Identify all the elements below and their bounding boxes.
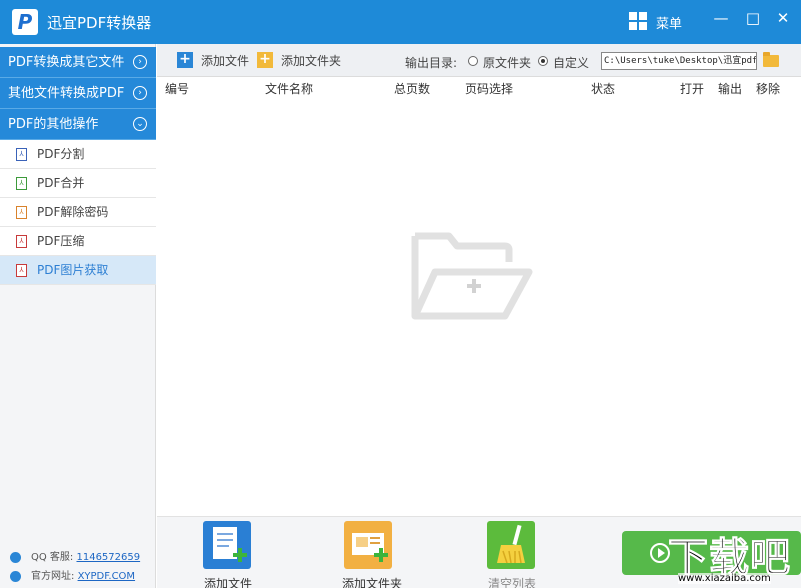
sidebar-item-label: PDF解除密码 bbox=[37, 205, 109, 219]
toolbar: + 添加文件 + 添加文件夹 输出目录: 原文件夹 自定义 C:\Users\t… bbox=[157, 44, 801, 77]
sidebar: PDF转换成其它文件 › 其他文件转换成PDF › PDF的其他操作 ⌄ ⅄ P… bbox=[0, 44, 156, 588]
big-add-folder-label: 添加文件夹 bbox=[342, 577, 403, 588]
category-pdf-to-other[interactable]: PDF转换成其它文件 › bbox=[0, 47, 156, 78]
category-label: 其他文件转换成PDF bbox=[8, 86, 125, 101]
title-bar: P 迅宜PDF转换器 菜单 — □ ✕ bbox=[0, 0, 801, 44]
close-button[interactable]: ✕ bbox=[773, 8, 793, 28]
column-header-status: 状态 bbox=[591, 82, 616, 96]
minimize-button[interactable]: — bbox=[711, 8, 731, 28]
column-header-page-select: 页码选择 bbox=[465, 82, 514, 96]
pdf-file-icon: ⅄ bbox=[16, 177, 27, 190]
big-add-file-button[interactable] bbox=[203, 521, 251, 569]
app-title: 迅宜PDF转换器 bbox=[47, 14, 152, 32]
column-header-open: 打开 bbox=[680, 82, 705, 96]
add-file-icon: + bbox=[177, 52, 193, 68]
sidebar-item-label: PDF图片获取 bbox=[37, 263, 109, 277]
column-header-index: 编号 bbox=[165, 82, 190, 96]
sidebar-item-label: PDF分割 bbox=[37, 147, 85, 161]
pdf-file-icon: ⅄ bbox=[16, 264, 27, 277]
qq-contact: QQ 客服: 1146572659 bbox=[10, 548, 140, 563]
radio-custom-folder[interactable]: 自定义 bbox=[538, 54, 589, 71]
chevron-right-circle-icon: › bbox=[133, 86, 147, 100]
ie-icon bbox=[10, 570, 21, 582]
add-file-button[interactable]: + 添加文件 bbox=[177, 51, 249, 71]
website-contact: 官方网址: XYPDF.COM bbox=[10, 567, 135, 582]
big-add-folder-button[interactable] bbox=[344, 521, 392, 569]
column-header-total-pages: 总页数 bbox=[394, 82, 431, 96]
clear-list-button[interactable] bbox=[487, 521, 535, 569]
category-label: PDF转换成其它文件 bbox=[8, 55, 125, 70]
maximize-button[interactable]: □ bbox=[743, 8, 763, 28]
chevron-right-circle-icon: › bbox=[133, 55, 147, 69]
sidebar-item-label: PDF压缩 bbox=[37, 234, 85, 248]
add-folder-icon bbox=[352, 533, 388, 562]
output-dir-label: 输出目录: bbox=[405, 56, 458, 70]
drop-folder-icon[interactable] bbox=[409, 232, 534, 324]
add-file-icon bbox=[213, 527, 247, 562]
sidebar-item-pdf-unlock[interactable]: ⅄ PDF解除密码 bbox=[0, 198, 156, 227]
watermark: 下载吧 www.xiazaiba.com bbox=[660, 525, 801, 588]
sidebar-item-label: PDF合并 bbox=[37, 176, 85, 190]
radio-source-folder[interactable]: 原文件夹 bbox=[468, 54, 531, 71]
browse-folder-icon[interactable] bbox=[763, 52, 779, 67]
radio-circle bbox=[468, 56, 478, 66]
big-add-file-label: 添加文件 bbox=[204, 577, 253, 588]
qq-link[interactable]: 1146572659 bbox=[76, 552, 140, 563]
category-other-to-pdf[interactable]: 其他文件转换成PDF › bbox=[0, 78, 156, 109]
column-header-remove: 移除 bbox=[756, 82, 781, 96]
clear-list-label: 清空列表 bbox=[488, 577, 537, 588]
watermark-url: www.xiazaiba.com bbox=[678, 573, 771, 584]
pdf-file-icon: ⅄ bbox=[16, 206, 27, 219]
category-pdf-other-ops[interactable]: PDF的其他操作 ⌄ bbox=[0, 109, 156, 140]
qq-icon bbox=[10, 551, 21, 563]
column-header-filename: 文件名称 bbox=[265, 82, 314, 96]
column-header-output: 输出 bbox=[718, 82, 743, 96]
category-label: PDF的其他操作 bbox=[8, 117, 99, 132]
sidebar-item-pdf-merge[interactable]: ⅄ PDF合并 bbox=[0, 169, 156, 198]
sidebar-item-pdf-split[interactable]: ⅄ PDF分割 bbox=[0, 140, 156, 169]
website-link[interactable]: XYPDF.COM bbox=[78, 571, 136, 582]
add-folder-button[interactable]: + 添加文件夹 bbox=[257, 51, 341, 71]
sidebar-item-pdf-image-extract[interactable]: ⅄ PDF图片获取 bbox=[0, 256, 156, 285]
sidebar-item-pdf-compress[interactable]: ⅄ PDF压缩 bbox=[0, 227, 156, 256]
radio-circle-checked bbox=[538, 56, 548, 66]
menu-button[interactable]: 菜单 bbox=[656, 13, 682, 32]
broom-icon bbox=[497, 524, 525, 564]
menu-grid-icon[interactable] bbox=[629, 12, 647, 30]
pdf-file-icon: ⅄ bbox=[16, 235, 27, 248]
chevron-down-circle-icon: ⌄ bbox=[133, 117, 147, 131]
app-logo: P bbox=[12, 9, 38, 35]
pdf-file-icon: ⅄ bbox=[16, 148, 27, 161]
output-path-field[interactable]: C:\Users\tuke\Desktop\迅宜pdf\功 bbox=[601, 52, 757, 70]
add-folder-icon: + bbox=[257, 52, 273, 68]
